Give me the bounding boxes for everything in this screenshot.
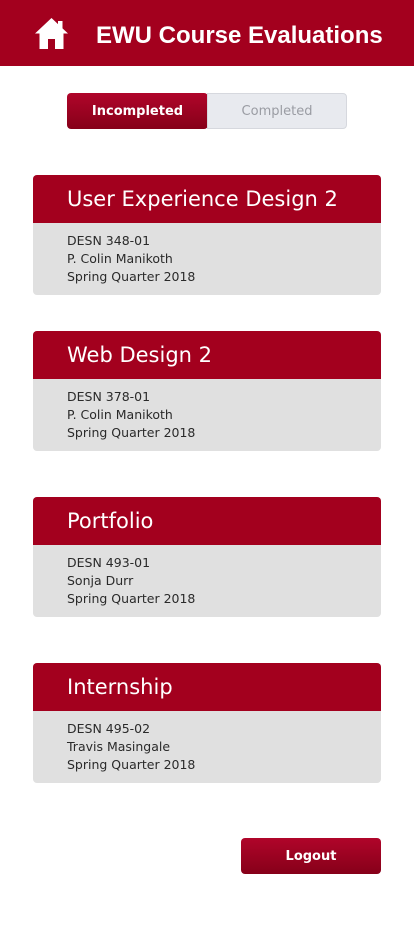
- course-card[interactable]: Portfolio DESN 493-01 Sonja Durr Spring …: [33, 497, 381, 617]
- course-title: Web Design 2: [67, 343, 213, 367]
- course-term: Spring Quarter 2018: [67, 425, 196, 440]
- course-details: DESN 348-01 P. Colin Manikoth Spring Qua…: [33, 223, 381, 286]
- home-icon[interactable]: [33, 16, 70, 50]
- course-card-header: Internship: [33, 663, 381, 711]
- course-card[interactable]: Web Design 2 DESN 378-01 P. Colin Maniko…: [33, 331, 381, 451]
- course-card-header: User Experience Design 2: [33, 175, 381, 223]
- course-title: Portfolio: [67, 509, 154, 533]
- app-title: EWU Course Evaluations: [96, 22, 383, 49]
- course-instructor: P. Colin Manikoth: [67, 251, 173, 266]
- tab-incompleted[interactable]: Incompleted: [67, 93, 208, 129]
- course-instructor: Travis Masingale: [67, 739, 171, 754]
- course-code: DESN 378-01: [67, 389, 151, 404]
- course-details: DESN 378-01 P. Colin Manikoth Spring Qua…: [33, 379, 381, 442]
- logout-button[interactable]: Logout: [241, 838, 381, 874]
- course-instructor: P. Colin Manikoth: [67, 407, 173, 422]
- course-details: DESN 493-01 Sonja Durr Spring Quarter 20…: [33, 545, 381, 608]
- course-code: DESN 348-01: [67, 233, 151, 248]
- course-code: DESN 495-02: [67, 721, 151, 736]
- course-term: Spring Quarter 2018: [67, 269, 196, 284]
- course-card[interactable]: User Experience Design 2 DESN 348-01 P. …: [33, 175, 381, 295]
- course-card-header: Web Design 2: [33, 331, 381, 379]
- course-code: DESN 493-01: [67, 555, 151, 570]
- course-term: Spring Quarter 2018: [67, 757, 196, 772]
- course-card-header: Portfolio: [33, 497, 381, 545]
- course-details: DESN 495-02 Travis Masingale Spring Quar…: [33, 711, 381, 774]
- course-card[interactable]: Internship DESN 495-02 Travis Masingale …: [33, 663, 381, 783]
- course-title: Internship: [67, 675, 173, 699]
- evaluation-tabs: Incompleted Completed: [67, 93, 347, 129]
- course-title: User Experience Design 2: [67, 187, 338, 211]
- app-header: EWU Course Evaluations: [0, 0, 414, 66]
- course-instructor: Sonja Durr: [67, 573, 134, 588]
- tab-completed[interactable]: Completed: [207, 93, 347, 129]
- course-term: Spring Quarter 2018: [67, 591, 196, 606]
